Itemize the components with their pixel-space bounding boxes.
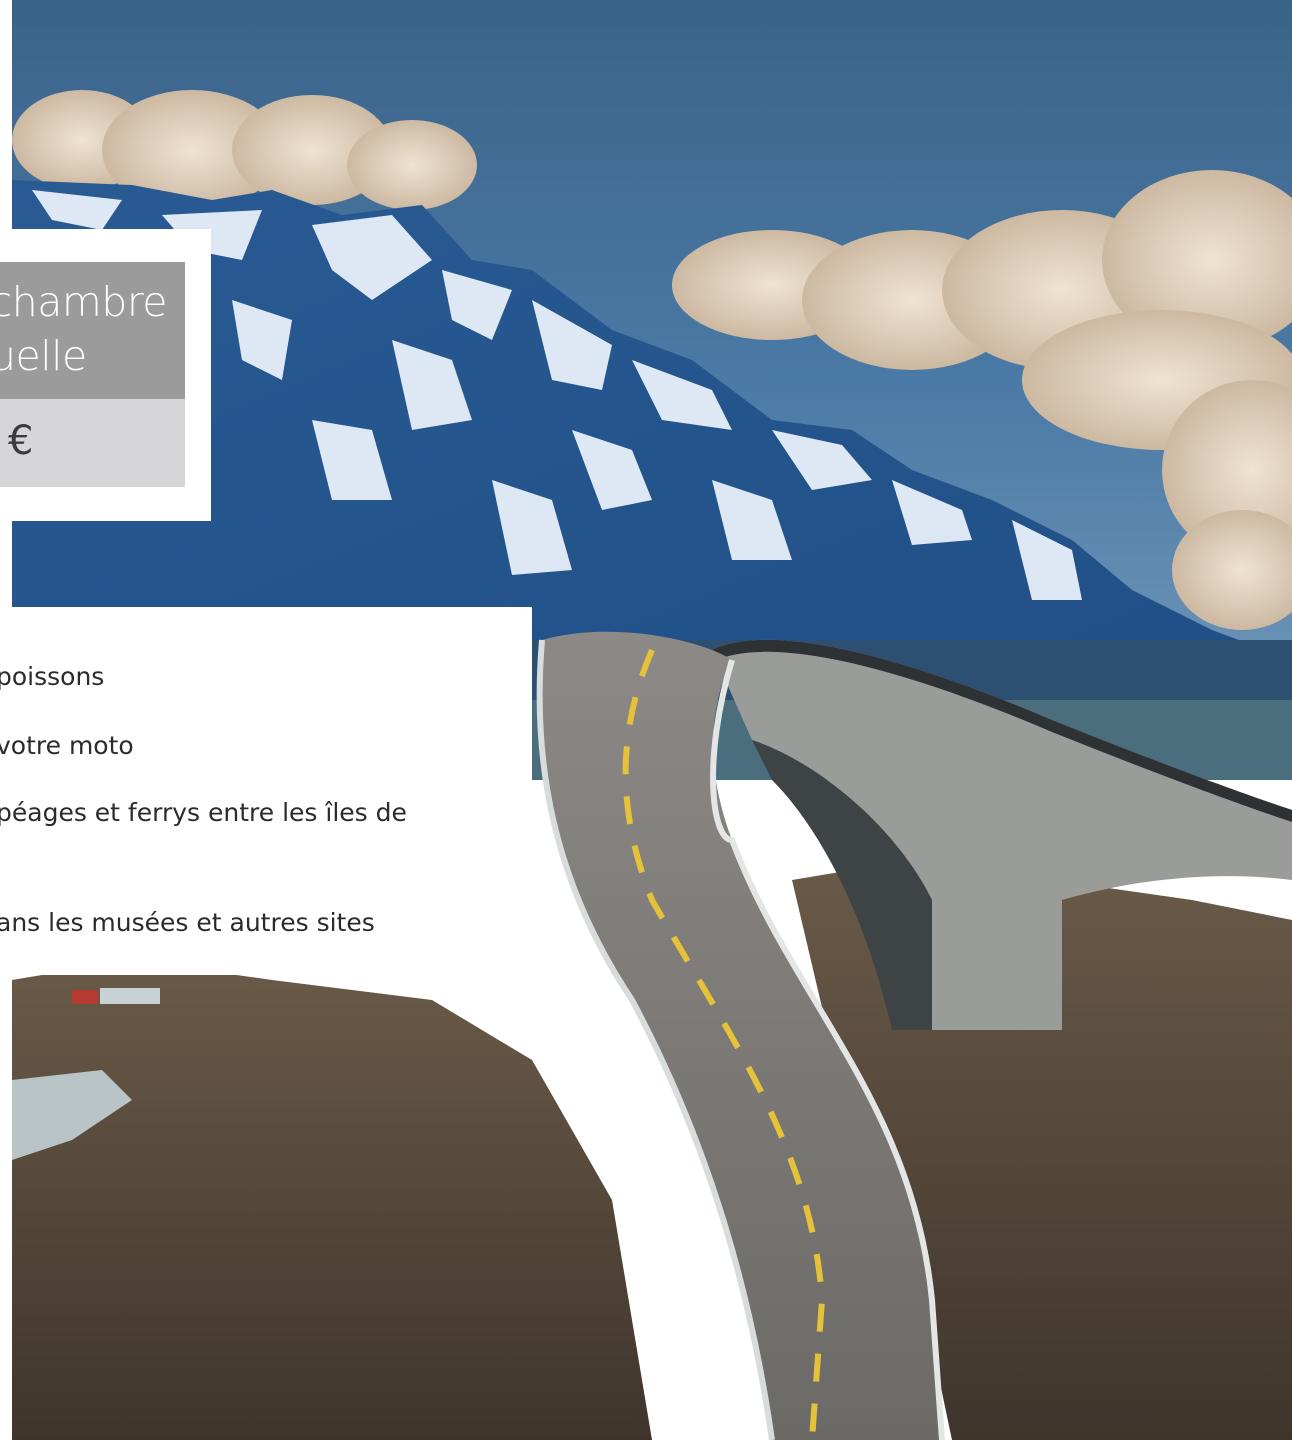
list-item: poissons [0, 662, 105, 691]
price-box: chambre uelle € [0, 229, 211, 521]
brochure-page: chambre uelle € poissons votre moto péag… [0, 0, 1292, 1440]
room-type-line-1: chambre [0, 278, 168, 326]
list-item: ans les musées et autres sites [0, 908, 375, 937]
list-item: votre moto [0, 731, 134, 760]
rocky-hill-left [12, 960, 652, 1440]
list-item: péages et ferrys entre les îles de [0, 798, 407, 827]
room-type-line-2: uelle [0, 332, 87, 380]
included-list-box: poissons votre moto péages et ferrys ent… [0, 607, 532, 975]
price-value-cell: € [0, 399, 185, 487]
room-type-header: chambre uelle [0, 262, 185, 417]
price-currency: € [8, 418, 34, 464]
